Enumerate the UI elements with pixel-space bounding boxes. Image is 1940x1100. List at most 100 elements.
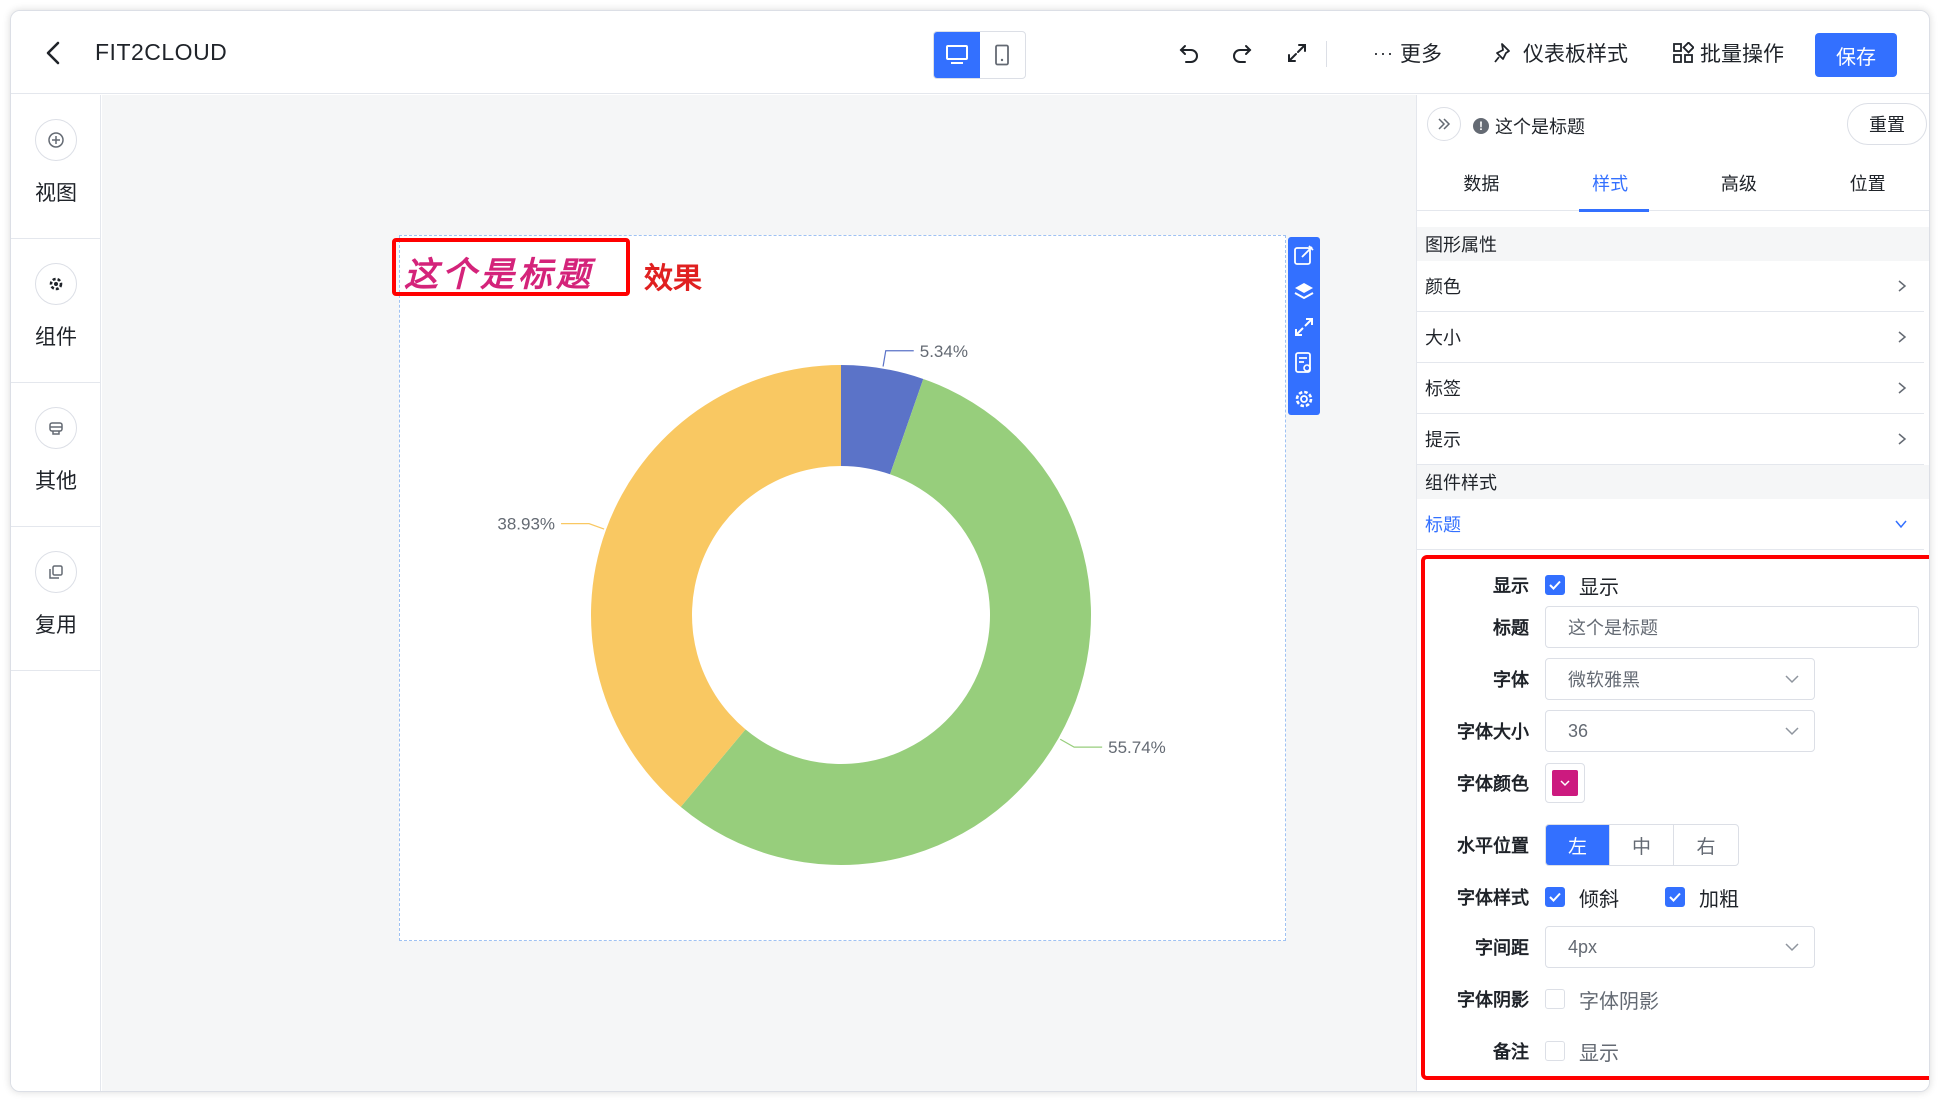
more-label: 更多 (1399, 43, 1442, 66)
tab-data[interactable]: 数据 (1417, 155, 1546, 211)
form-row-title: 标题 这个是标题 (1417, 605, 1929, 649)
copy-icon (35, 551, 77, 593)
sidebar-item-other[interactable]: 其他 (11, 383, 101, 527)
donut-slice[interactable] (591, 365, 841, 807)
plus-circle-icon (35, 119, 77, 161)
spacing-label: 字间距 (1475, 938, 1529, 958)
collapse-panel-button[interactable] (1427, 107, 1461, 141)
font-color-label: 字体颜色 (1457, 774, 1529, 794)
more-button[interactable]: ··· 更多 (1373, 38, 1442, 68)
batch-operation-button[interactable]: 批量操作 (1672, 38, 1784, 68)
remark-label: 备注 (1493, 1042, 1529, 1062)
chevron-right-icon (1898, 280, 1907, 292)
donut-chart: 5.34% 55.74% 38.93% (497, 342, 1166, 865)
accordion-color[interactable]: 颜色 (1417, 261, 1924, 312)
sidebar-item-reuse[interactable]: 复用 (11, 527, 101, 671)
component-name: ! 这个是标题 (1473, 113, 1585, 139)
halign-right-button[interactable]: 右 (1674, 825, 1738, 865)
reset-button[interactable]: 重置 (1847, 103, 1927, 145)
form-row-remark: 备注 显示 (1417, 1029, 1929, 1073)
accordion-title[interactable]: 标题 (1417, 499, 1924, 550)
italic-checkbox[interactable] (1545, 887, 1565, 907)
remark-checkbox[interactable] (1545, 1041, 1565, 1061)
font-color-picker[interactable] (1545, 763, 1585, 803)
tab-style[interactable]: 样式 (1546, 155, 1675, 212)
redo-icon[interactable] (1228, 39, 1256, 67)
chevron-right-icon (1898, 382, 1907, 394)
effect-annotation: 效果 (644, 261, 703, 295)
halign-label: 水平位置 (1457, 836, 1529, 856)
toolbar-divider (1326, 41, 1327, 67)
check-icon (1669, 892, 1681, 902)
annotation-highlight-title (392, 238, 630, 296)
expand-icon[interactable] (1290, 313, 1318, 341)
property-panel: ! 这个是标题 重置 数据 样式 高级 位置 图形属性 颜色 大小 标签 提示 … (1416, 95, 1929, 1091)
accordion-label-settings[interactable]: 标签 (1417, 363, 1924, 414)
font-select[interactable]: 微软雅黑 (1545, 658, 1815, 700)
label-leader-line (1059, 738, 1103, 748)
font-size-select[interactable]: 36 (1545, 710, 1815, 752)
tab-position[interactable]: 位置 (1803, 155, 1929, 211)
chevron-down-icon (1785, 675, 1799, 684)
title-input[interactable]: 这个是标题 (1545, 606, 1919, 648)
mobile-view-button[interactable] (980, 32, 1026, 78)
font-label: 字体 (1493, 670, 1529, 690)
sidebar-item-view[interactable]: 视图 (11, 95, 101, 239)
settings-icon[interactable] (1290, 385, 1318, 413)
component-name-label: 这个是标题 (1495, 117, 1585, 137)
bold-checkbox[interactable] (1665, 887, 1685, 907)
edit-icon[interactable] (1290, 241, 1318, 269)
undo-icon[interactable] (1175, 39, 1203, 67)
pin-icon (1494, 43, 1510, 63)
font-size-label: 字体大小 (1457, 722, 1529, 742)
details-icon[interactable] (1290, 349, 1318, 377)
shadow-checkbox-label: 字体阴影 (1579, 990, 1659, 1013)
dashboard-style-button[interactable]: 仪表板样式 (1493, 38, 1628, 68)
spacing-select[interactable]: 4px (1545, 926, 1815, 968)
shadow-checkbox[interactable] (1545, 989, 1565, 1009)
accordion-label: 标题 (1425, 515, 1461, 535)
accordion-size[interactable]: 大小 (1417, 312, 1924, 363)
sidebar-item-label: 视图 (35, 182, 77, 205)
batch-operation-label: 批量操作 (1700, 43, 1784, 66)
font-size-value: 36 (1568, 720, 1589, 741)
section-graphic-properties: 图形属性 (1417, 227, 1929, 261)
chevron-down-icon (1560, 780, 1570, 787)
shadow-label: 字体阴影 (1457, 990, 1529, 1010)
label-leader-line (561, 523, 605, 530)
tab-advanced[interactable]: 高级 (1675, 155, 1804, 211)
sidebar-item-label: 其他 (35, 470, 77, 493)
show-checkbox[interactable] (1545, 575, 1565, 595)
form-row-font-style: 字体样式 倾斜 加粗 (1417, 875, 1929, 919)
layers-icon[interactable] (1290, 277, 1318, 305)
desktop-view-button[interactable] (934, 32, 980, 78)
sidebar-item-label: 组件 (35, 326, 77, 349)
app-window: FIT2CLOUD ··· 更多 仪表板样式 批量操作 保存 视图 组件 其他 … (10, 10, 1930, 1092)
spacing-value: 4px (1568, 936, 1598, 957)
sidebar-item-component[interactable]: 组件 (11, 239, 101, 383)
double-chevron-right-icon (1438, 118, 1451, 130)
device-toggle (933, 31, 1026, 79)
slice-label: 55.74% (1108, 738, 1166, 757)
halign-center-button[interactable]: 中 (1610, 825, 1674, 865)
accordion-label: 大小 (1425, 328, 1461, 348)
ellipsis-icon: ··· (1373, 42, 1394, 63)
form-row-halign: 水平位置 左 中 右 (1417, 823, 1929, 867)
top-toolbar: FIT2CLOUD ··· 更多 仪表板样式 批量操作 保存 (11, 11, 1929, 94)
form-row-shadow: 字体阴影 字体阴影 (1417, 977, 1929, 1021)
accordion-label: 颜色 (1425, 277, 1461, 297)
check-icon (1549, 580, 1561, 590)
fullscreen-icon[interactable] (1283, 39, 1311, 67)
grid-icon (1673, 42, 1694, 63)
stamp-icon (35, 407, 77, 449)
slice-label: 5.34% (920, 342, 968, 361)
save-button[interactable]: 保存 (1815, 33, 1897, 77)
form-row-font: 字体 微软雅黑 (1417, 657, 1929, 701)
italic-label: 倾斜 (1579, 888, 1619, 911)
color-swatch (1552, 770, 1578, 796)
back-arrow-icon[interactable] (39, 39, 67, 67)
accordion-tooltip[interactable]: 提示 (1417, 414, 1924, 465)
component-sidebar: 视图 组件 其他 复用 (11, 95, 101, 1091)
label-leader-line (882, 350, 914, 367)
halign-left-button[interactable]: 左 (1546, 825, 1610, 865)
